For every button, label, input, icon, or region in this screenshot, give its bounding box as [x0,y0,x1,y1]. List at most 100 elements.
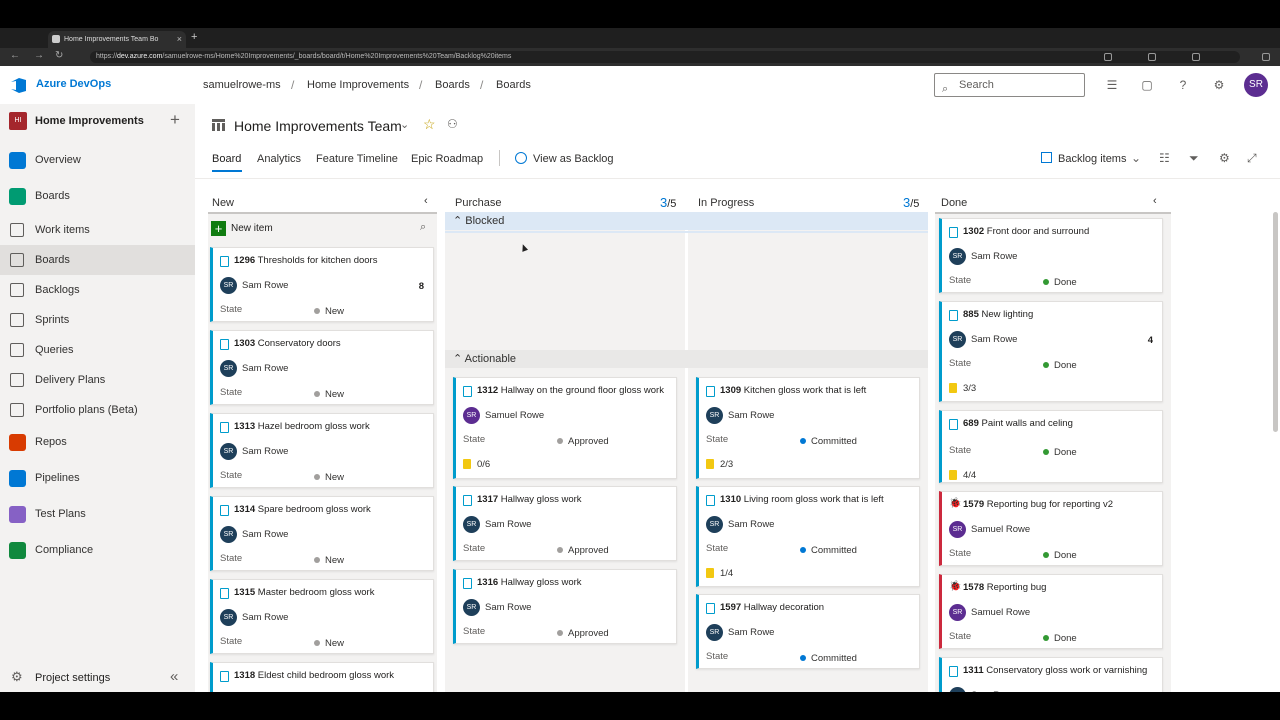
sidebar-item-delivery-plans[interactable]: Delivery Plans [0,365,195,395]
sidebar-item-backlogs[interactable]: Backlogs [0,275,195,305]
sidebar-item-compliance[interactable]: Compliance [0,535,195,565]
card-title[interactable]: 1315 Master bedroom gloss work [234,587,434,598]
state-value[interactable]: Done [1043,633,1077,644]
assigned-to[interactable]: Samuel Rowe [485,410,544,421]
user-settings-icon[interactable]: ⚙ [1212,78,1226,92]
column-header-in-progress[interactable]: In Progress [698,197,754,209]
sidebar-item-boards-sub[interactable]: Boards [0,245,195,275]
card-title[interactable]: 1317 Hallway gloss work [477,494,677,505]
browser-tab[interactable]: Home Improvements Team Bo × [48,31,186,48]
card-title[interactable]: 1597 Hallway decoration [720,602,920,613]
collapse-column-icon[interactable]: ‹ [424,195,428,207]
card-title[interactable]: 1316 Hallway gloss work [477,577,677,588]
state-value[interactable]: Done [1043,550,1077,561]
project-header[interactable]: HI Home Improvements + [0,104,195,138]
work-item-card[interactable]: 1303 Conservatory doors SR Sam Rowe State Ne… [210,330,434,405]
work-item-card[interactable]: 1314 Spare bedroom gloss work SR Sam Rowe S… [210,496,434,571]
card-title[interactable]: 1311 Conservatory gloss work or varnishi… [963,665,1163,676]
brand-name[interactable]: Azure DevOps [36,78,111,90]
card-title[interactable]: 1302 Front door and surround [963,226,1163,237]
work-item-card[interactable]: 1597 Hallway decoration SR Sam Rowe State Co… [696,594,920,669]
work-item-card[interactable]: 1313 Hazel bedroom gloss work SR Sam Rowe S… [210,413,434,488]
breadcrumb-project[interactable]: Home Improvements [307,79,409,91]
work-item-card[interactable]: 689 Paint walls and celing State Done 4/4 [939,410,1163,483]
tab-board[interactable]: Board [212,153,241,165]
sidebar-item-sprints[interactable]: Sprints [0,305,195,335]
view-as-backlog-button[interactable]: View as Backlog [533,153,614,165]
sidebar-item-pipelines[interactable]: Pipelines [0,463,195,493]
column-header-purchase[interactable]: Purchase [455,197,501,209]
browser-menu-icon[interactable] [1262,53,1270,61]
fullscreen-icon[interactable]: ⤢ [1247,151,1257,166]
assigned-to[interactable]: Sam Rowe [728,627,774,638]
card-title[interactable]: 1579 Reporting bug for reporting v2 [963,499,1163,510]
work-item-card[interactable]: 1318 Eldest child bedroom gloss workSRSa… [210,662,434,692]
assigned-to[interactable]: Sam Rowe [485,519,531,530]
work-item-card[interactable]: 1309 Kitchen gloss work that is left SR Sa… [696,377,920,479]
work-item-card[interactable]: 1311 Conservatory gloss work or varnishi… [939,657,1163,692]
child-tasks[interactable]: 1/4 [706,568,733,579]
card-title[interactable]: 1578 Reporting bug [963,582,1163,593]
settings-sliders-icon[interactable]: ☷ [1159,151,1170,165]
list-icon[interactable]: ☰ [1105,78,1119,92]
swimlane-blocked[interactable]: ⌃ Blocked [445,212,928,230]
state-value[interactable]: New [314,472,344,483]
work-item-card[interactable]: 1317 Hallway gloss work SR Sam Rowe State Ap… [453,486,677,561]
sidebar-item-boards[interactable]: Boards [0,181,195,211]
collapse-column-icon[interactable]: ‹ [1153,195,1157,207]
assigned-to[interactable]: Samuel Rowe [971,524,1030,535]
work-item-card[interactable]: 🐞 1579 Reporting bug for reporting v2 SR Sa… [939,491,1163,566]
card-title[interactable]: 1318 Eldest child bedroom gloss work [234,670,434,681]
work-item-card[interactable]: 1312 Hallway on the ground floor gloss w… [453,377,677,479]
sidebar-item-overview[interactable]: Overview [0,145,195,175]
back-icon[interactable]: ← [10,50,20,61]
sidebar-item-test-plans[interactable]: Test Plans [0,499,195,529]
azure-devops-logo-icon[interactable] [10,77,27,94]
team-name[interactable]: Home Improvements Team [234,118,402,134]
swimlane-actionable[interactable]: ⌃ Actionable [445,350,928,368]
assigned-to[interactable]: Sam Rowe [728,410,774,421]
work-item-card[interactable]: 1302 Front door and surround SR Sam Rowe St… [939,218,1163,293]
state-value[interactable]: Done [1043,277,1077,288]
card-title[interactable]: 1313 Hazel bedroom gloss work [234,421,434,432]
state-value[interactable]: New [314,389,344,400]
child-tasks[interactable]: 0/6 [463,459,490,470]
breadcrumb-org[interactable]: samuelrowe-ms [203,79,281,91]
work-item-card[interactable]: 1315 Master bedroom gloss work SR Sam Rowe… [210,579,434,654]
work-item-card[interactable]: 1316 Hallway gloss work SR Sam Rowe State Ap… [453,569,677,644]
extension-icon[interactable] [1192,53,1200,61]
sidebar-item-queries[interactable]: Queries [0,335,195,365]
tab-feature-timeline[interactable]: Feature Timeline [316,153,398,165]
tab-analytics[interactable]: Analytics [257,153,301,165]
assigned-to[interactable]: Sam Rowe [728,519,774,530]
backlog-level-picker[interactable]: Backlog items [1058,153,1126,165]
chevron-down-icon[interactable]: ⌄ [1131,151,1141,165]
assigned-to[interactable]: Sam Rowe [971,690,1017,692]
column-header-new[interactable]: New [212,197,234,209]
state-value[interactable]: Committed [800,545,857,556]
new-tab-icon[interactable]: + [191,31,197,43]
team-members-icon[interactable]: ⚇ [447,117,458,131]
filter-icon[interactable]: ⏷ [1189,151,1199,166]
child-tasks[interactable]: 3/3 [949,383,976,394]
child-tasks[interactable]: 2/3 [706,459,733,470]
card-title[interactable]: 885 New lighting [963,309,1163,320]
assigned-to[interactable]: Sam Rowe [242,612,288,623]
favorite-star-icon[interactable]: ☆ [423,116,436,133]
assigned-to[interactable]: Sam Rowe [242,446,288,457]
card-title[interactable]: 1314 Spare bedroom gloss work [234,504,434,515]
gear-icon[interactable]: ⚙ [1219,151,1230,165]
breadcrumb-boards-page[interactable]: Boards [496,79,531,91]
state-value[interactable]: Approved [557,545,609,556]
tab-epic-roadmap[interactable]: Epic Roadmap [411,153,483,165]
assigned-to[interactable]: Sam Rowe [242,363,288,374]
state-value[interactable]: New [314,555,344,566]
forward-icon[interactable]: → [34,50,44,61]
state-value[interactable]: Done [1043,447,1077,458]
close-tab-icon[interactable]: × [177,31,182,48]
url-field[interactable]: https://dev.azure.com/samuelrowe-ms/Home… [90,51,1240,63]
card-title[interactable]: 1309 Kitchen gloss work that is left [720,385,920,396]
search-icon[interactable]: ⌕ [420,221,426,234]
state-value[interactable]: Approved [557,436,609,447]
state-value[interactable]: Approved [557,628,609,639]
